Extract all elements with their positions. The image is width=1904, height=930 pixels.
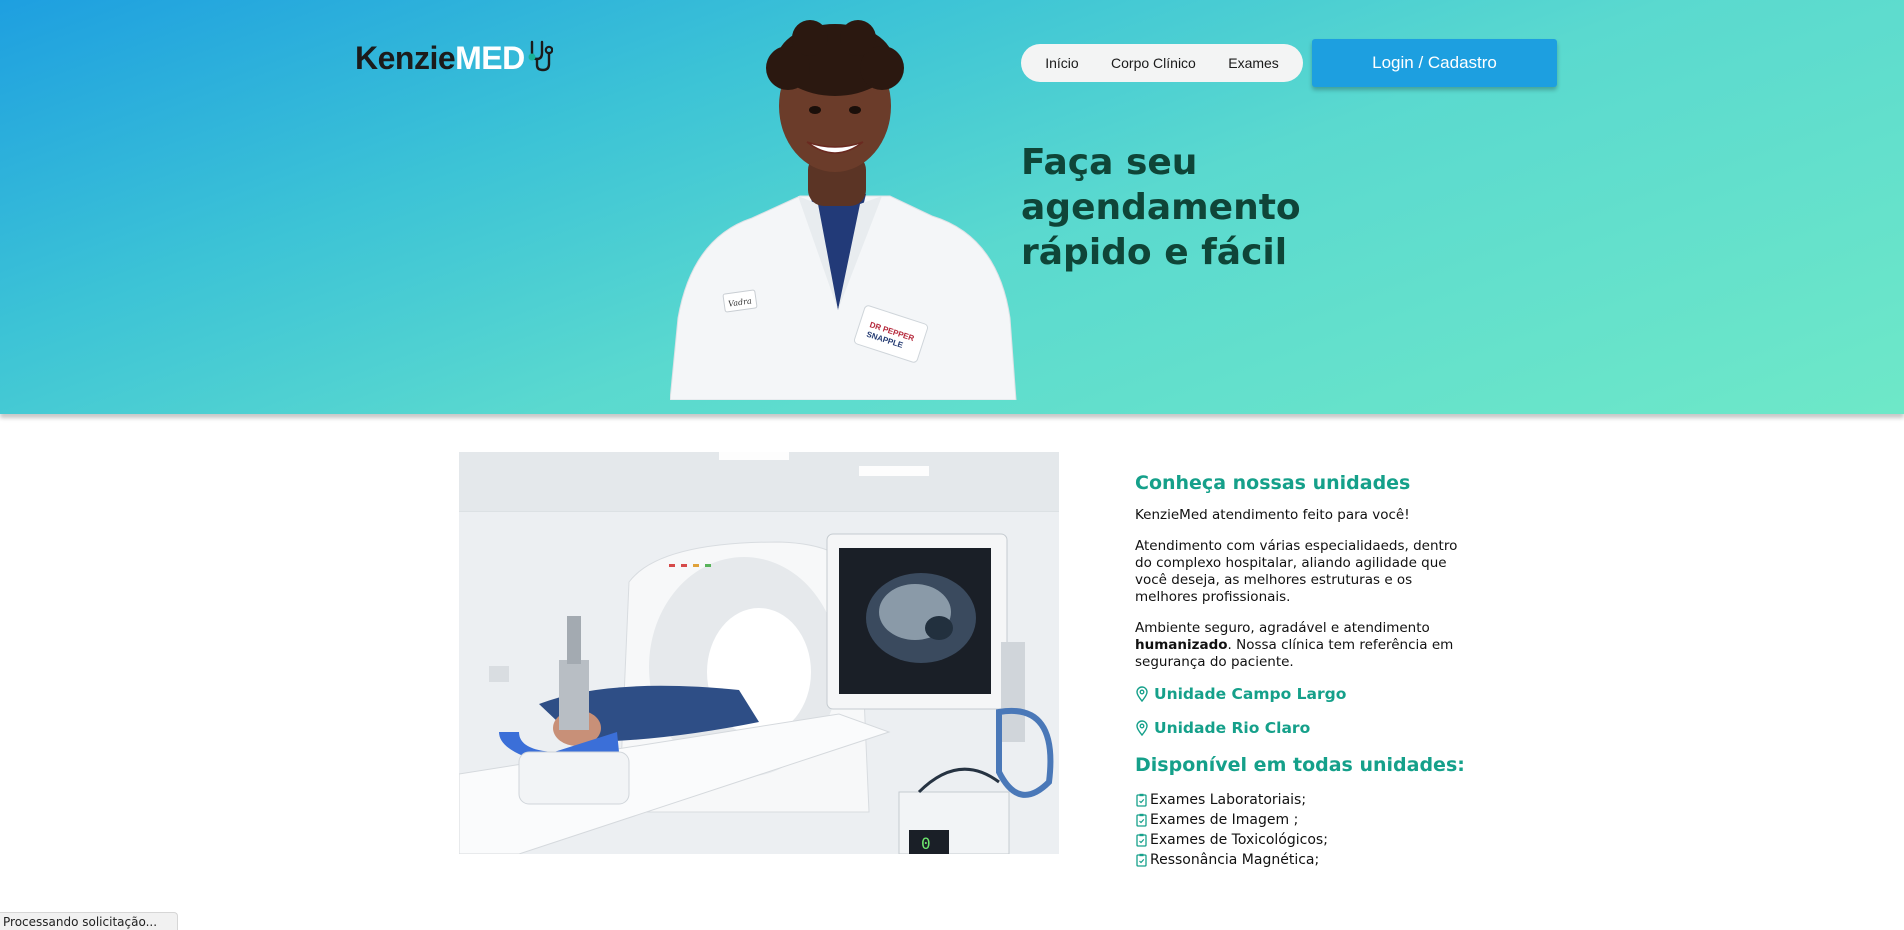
unit-rio-claro[interactable]: Unidade Rio Claro — [1135, 719, 1475, 737]
hero-header: Kenzie MED DR PEPPER SNAPPLE Vadra Iníci… — [0, 0, 1904, 414]
ct-scanner-illustration: 0 — [459, 452, 1059, 854]
ct-scanner-photo: 0 — [459, 452, 1059, 854]
doctor-photo: DR PEPPER SNAPPLE Vadra — [670, 20, 1017, 400]
clipboard-icon — [1136, 793, 1147, 807]
logo-text-med: MED — [455, 39, 525, 76]
service-label: Exames de Imagem ; — [1150, 812, 1299, 828]
services-list: Exames Laboratoriais; Exames de Imagem ;… — [1135, 790, 1475, 870]
login-signup-button[interactable]: Login / Cadastro — [1312, 39, 1557, 87]
headline-line-2: agendamento — [1021, 187, 1301, 228]
nav-link-inicio[interactable]: Início — [1045, 55, 1078, 71]
browser-status-bar: Processando solicitação... — [0, 912, 178, 930]
units-title: Conheça nossas unidades — [1135, 472, 1411, 494]
service-label: Exames de Toxicológicos; — [1150, 832, 1328, 848]
location-pin-icon — [1136, 720, 1148, 736]
logo[interactable]: Kenzie MED — [355, 38, 553, 78]
nav-link-corpo-clinico[interactable]: Corpo Clínico — [1111, 55, 1196, 71]
clipboard-icon — [1136, 833, 1147, 847]
unit-campo-largo[interactable]: Unidade Campo Largo — [1135, 685, 1475, 703]
list-item: Exames Laboratoriais; — [1135, 790, 1475, 810]
list-item: Exames de Toxicológicos; — [1135, 830, 1475, 850]
environment-prefix: Ambiente seguro, agradável e atendimento — [1135, 620, 1430, 636]
nav-link-exames[interactable]: Exames — [1228, 55, 1279, 71]
hero-headline: Faça seu agendamento rápido e fácil — [1021, 140, 1341, 275]
unit-label: Unidade Rio Claro — [1154, 719, 1311, 737]
service-label: Ressonância Magnética; — [1150, 852, 1320, 868]
headline-line-1: Faça seu — [1021, 142, 1198, 183]
description-text: Atendimento com várias especialidaeds, d… — [1135, 538, 1458, 605]
list-item: Exames de Imagem ; — [1135, 810, 1475, 830]
environment-text: Ambiente seguro, agradável e atendimento… — [1135, 620, 1475, 671]
clipboard-icon — [1136, 853, 1147, 867]
service-label: Exames Laboratoriais; — [1150, 792, 1307, 808]
headline-line-3: rápido e fácil — [1021, 232, 1288, 273]
logo-text-kenzie: Kenzie — [355, 39, 456, 76]
clipboard-icon — [1136, 813, 1147, 827]
unit-label: Unidade Campo Largo — [1154, 685, 1347, 703]
environment-bold: humanizado — [1135, 637, 1228, 653]
units-info: Conheça nossas unidades KenzieMed atendi… — [1135, 472, 1475, 870]
location-pin-icon — [1136, 686, 1148, 702]
main-nav: Início Corpo Clínico Exames — [1021, 44, 1303, 82]
stethoscope-icon — [528, 40, 553, 72]
monitor-readout: 0 — [921, 834, 931, 853]
list-item: Ressonância Magnética; — [1135, 850, 1475, 870]
services-title: Disponível em todas unidades: — [1135, 754, 1465, 776]
intro-text: KenzieMed atendimento feito para você! — [1135, 507, 1410, 523]
